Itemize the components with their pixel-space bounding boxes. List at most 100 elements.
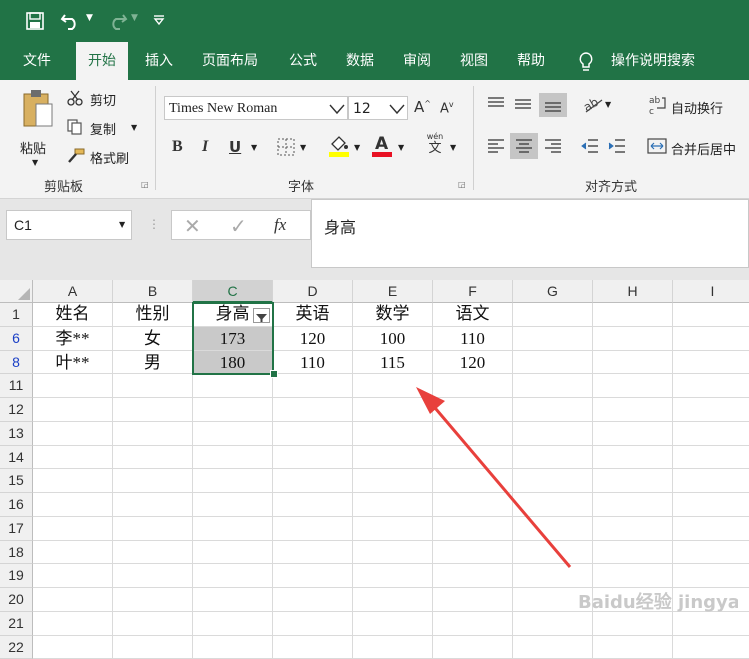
- cell-i19[interactable]: [673, 564, 749, 588]
- cell-i6[interactable]: [673, 327, 749, 351]
- align-top-icon[interactable]: [486, 96, 506, 112]
- cell-i22[interactable]: [673, 636, 749, 659]
- paste-button[interactable]: 粘贴 ▼: [18, 88, 58, 170]
- cell-f13[interactable]: [433, 422, 513, 446]
- cell-d16[interactable]: [273, 493, 353, 517]
- cell-i13[interactable]: [673, 422, 749, 446]
- underline-dropdown-icon[interactable]: ▼: [251, 143, 257, 152]
- customize-qat-icon[interactable]: [153, 14, 165, 26]
- confirm-entry-icon[interactable]: ✓: [230, 214, 247, 238]
- column-header-d[interactable]: D: [273, 280, 353, 303]
- tab-home[interactable]: 开始: [76, 42, 128, 80]
- insert-function-icon[interactable]: fx: [274, 215, 286, 235]
- column-header-g[interactable]: G: [513, 280, 593, 303]
- cell-g22[interactable]: [513, 636, 593, 659]
- font-size-combo[interactable]: 12: [348, 96, 408, 120]
- cell-e22[interactable]: [353, 636, 433, 659]
- cell-b22[interactable]: [113, 636, 193, 659]
- format-painter-button[interactable]: 格式刷: [90, 148, 129, 167]
- cell-a13[interactable]: [33, 422, 113, 446]
- tab-help[interactable]: 帮助: [505, 42, 557, 80]
- cell-i21[interactable]: [673, 612, 749, 636]
- cell-i14[interactable]: [673, 446, 749, 470]
- undo-icon[interactable]: [60, 11, 82, 31]
- worksheet-grid[interactable]: ABCDEFGHI1姓名性别身高英语数学语文6李**女1731201001108…: [0, 280, 749, 658]
- cell-e18[interactable]: [353, 541, 433, 565]
- tab-file[interactable]: 文件: [11, 42, 63, 80]
- cell-g21[interactable]: [513, 612, 593, 636]
- cancel-entry-icon[interactable]: ✕: [184, 214, 201, 238]
- cell-e16[interactable]: [353, 493, 433, 517]
- cell-h16[interactable]: [593, 493, 673, 517]
- cell-e17[interactable]: [353, 517, 433, 541]
- row-header[interactable]: 20: [0, 588, 33, 612]
- cell-a18[interactable]: [33, 541, 113, 565]
- row-header[interactable]: 12: [0, 398, 33, 422]
- cell-g12[interactable]: [513, 398, 593, 422]
- cell-h15[interactable]: [593, 469, 673, 493]
- wrap-text-button[interactable]: 自动换行: [671, 98, 723, 117]
- copy-dropdown-icon[interactable]: ▼: [131, 123, 137, 132]
- align-right-icon[interactable]: [543, 138, 563, 154]
- cell-g18[interactable]: [513, 541, 593, 565]
- cell-e14[interactable]: [353, 446, 433, 470]
- tab-view[interactable]: 视图: [448, 42, 500, 80]
- italic-button[interactable]: I: [202, 138, 208, 156]
- cell-a8[interactable]: 叶**: [33, 351, 113, 375]
- decrease-font-size-icon[interactable]: Av: [440, 100, 454, 116]
- cell-c19[interactable]: [193, 564, 273, 588]
- font-color-dropdown-icon[interactable]: ▼: [398, 143, 404, 152]
- name-box[interactable]: C1 ▼: [6, 210, 132, 240]
- cell-c15[interactable]: [193, 469, 273, 493]
- cell-g19[interactable]: [513, 564, 593, 588]
- cell-i17[interactable]: [673, 517, 749, 541]
- formula-input[interactable]: 身高: [311, 199, 749, 268]
- decrease-indent-icon[interactable]: [580, 138, 600, 154]
- cell-d11[interactable]: [273, 374, 353, 398]
- cell-i18[interactable]: [673, 541, 749, 565]
- cell-d20[interactable]: [273, 588, 353, 612]
- fill-color-icon[interactable]: [328, 134, 350, 158]
- cell-h18[interactable]: [593, 541, 673, 565]
- cell-g13[interactable]: [513, 422, 593, 446]
- cell-c16[interactable]: [193, 493, 273, 517]
- cell-a16[interactable]: [33, 493, 113, 517]
- align-middle-icon[interactable]: [513, 96, 533, 112]
- cell-c13[interactable]: [193, 422, 273, 446]
- cell-f18[interactable]: [433, 541, 513, 565]
- orientation-dropdown-icon[interactable]: ▼: [605, 100, 611, 109]
- cell-g14[interactable]: [513, 446, 593, 470]
- redo-icon[interactable]: [106, 11, 128, 31]
- cell-i16[interactable]: [673, 493, 749, 517]
- row-header[interactable]: 17: [0, 517, 33, 541]
- cell-d22[interactable]: [273, 636, 353, 659]
- row-header[interactable]: 15: [0, 469, 33, 493]
- cell-h22[interactable]: [593, 636, 673, 659]
- cell-g17[interactable]: [513, 517, 593, 541]
- phonetic-guide-button[interactable]: wén 文: [425, 132, 445, 160]
- cell-h21[interactable]: [593, 612, 673, 636]
- row-header[interactable]: 18: [0, 541, 33, 565]
- cell-f12[interactable]: [433, 398, 513, 422]
- row-header[interactable]: 21: [0, 612, 33, 636]
- cell-a1[interactable]: 姓名: [33, 303, 113, 327]
- cell-f15[interactable]: [433, 469, 513, 493]
- cell-g15[interactable]: [513, 469, 593, 493]
- chevron-down-icon[interactable]: [329, 103, 345, 115]
- tab-review[interactable]: 审阅: [391, 42, 443, 80]
- cell-b1[interactable]: 性别: [113, 303, 193, 327]
- cell-b19[interactable]: [113, 564, 193, 588]
- column-header-f[interactable]: F: [433, 280, 513, 303]
- cell-c20[interactable]: [193, 588, 273, 612]
- cell-a19[interactable]: [33, 564, 113, 588]
- tab-formulas[interactable]: 公式: [277, 42, 329, 80]
- cell-i11[interactable]: [673, 374, 749, 398]
- cell-d14[interactable]: [273, 446, 353, 470]
- cell-e1[interactable]: 数学: [353, 303, 433, 327]
- cell-b15[interactable]: [113, 469, 193, 493]
- cell-h1[interactable]: [593, 303, 673, 327]
- cell-b18[interactable]: [113, 541, 193, 565]
- cell-f21[interactable]: [433, 612, 513, 636]
- cell-a12[interactable]: [33, 398, 113, 422]
- cell-f8[interactable]: 120: [433, 351, 513, 375]
